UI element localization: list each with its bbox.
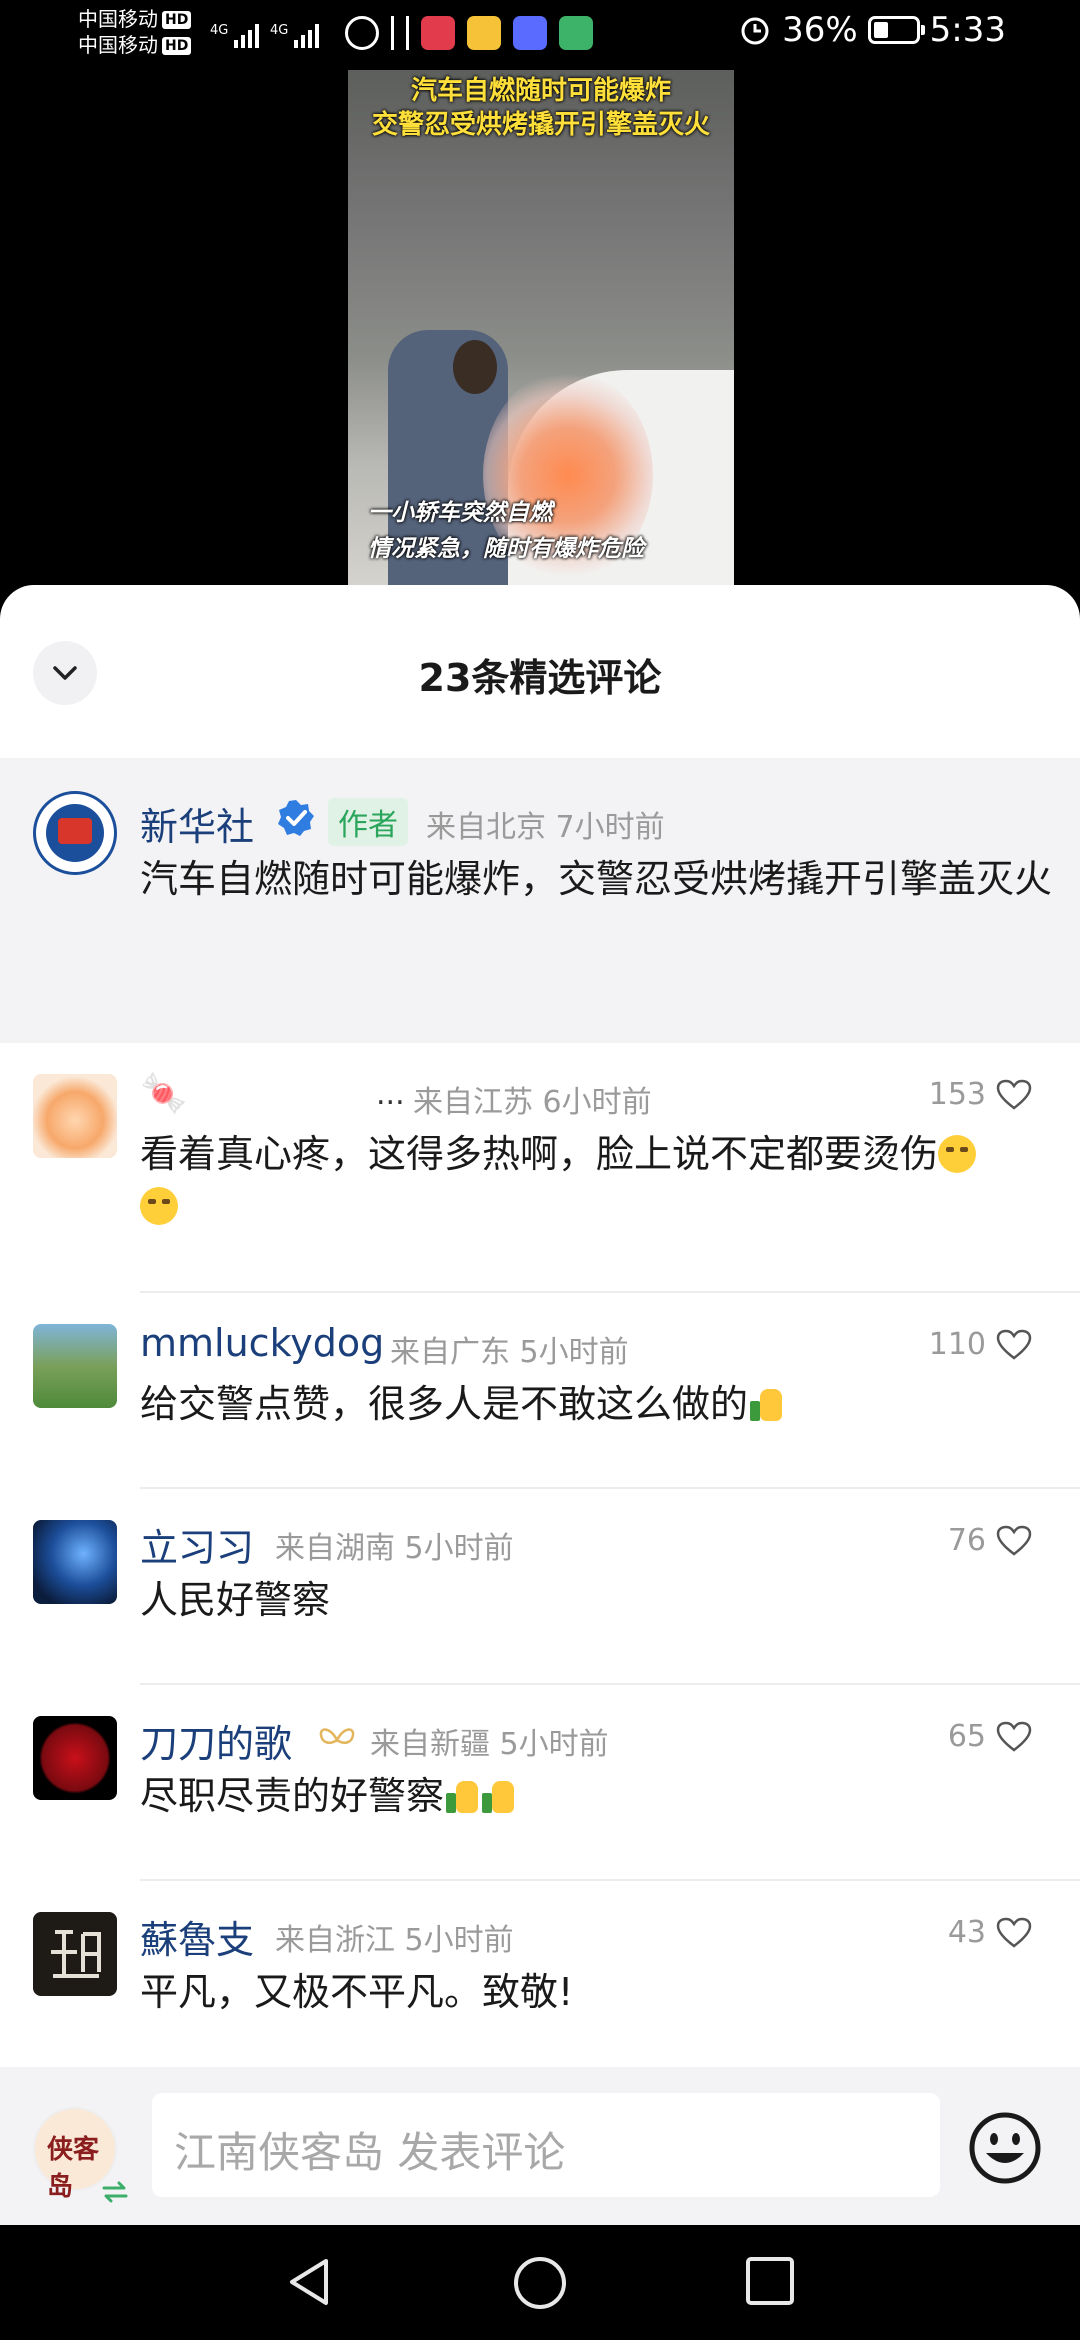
comment-item[interactable]: mmluckydog 来自广东 5小时前 110 给交警点赞，很多人是不敢这么做… (0, 1293, 1080, 1489)
comment-text: 汽车自燃随时可能爆炸，交警忍受烘烤撬开引擎盖灭火 (140, 857, 1053, 901)
system-nav-bar (0, 2225, 1080, 2340)
comment-meta: 来自湖南 5小时前 (275, 1531, 514, 1566)
avatar[interactable] (33, 1716, 117, 1800)
avatar[interactable] (33, 1074, 117, 1158)
music-app-icon (513, 16, 547, 50)
alarm-icon (741, 17, 769, 45)
carrier-info: 中国移动 HD 中国移动 HD (78, 6, 192, 58)
carrier-1: 中国移动 (78, 7, 158, 31)
like-button[interactable]: 153 (929, 1077, 1032, 1112)
avatar[interactable] (33, 1520, 117, 1604)
video-player[interactable]: 汽车自燃随时可能爆炸 交警忍受烘烤撬开引擎盖灭火 一小轿车突然自燃 情况紧急，随… (348, 70, 734, 595)
author-name[interactable]: 新华社 (140, 796, 254, 851)
like-button[interactable]: 65 (948, 1719, 1032, 1754)
comment-item[interactable]: 刀刀的歌 来自新疆 5小时前 65 尽职尽责的好警察 (0, 1685, 1080, 1881)
comment-meta: 来自浙江 5小时前 (275, 1923, 514, 1958)
comment-item[interactable]: 立习习 来自湖南 5小时前 76 人民好警察 (0, 1489, 1080, 1685)
comment-text: 尽职尽责的好警察 (140, 1770, 1045, 1822)
comment-composer: 侠客岛 江南侠客岛 发表评论 (0, 2067, 1080, 2225)
comment-text: 看着真心疼，这得多热啊，脸上说不定都要烫伤 (140, 1128, 1045, 1232)
hotspot-icon (345, 16, 379, 50)
video-subtitle: 一小轿车突然自燃 情况紧急，随时有爆炸危险 (368, 495, 644, 567)
book-app-icon (421, 16, 455, 50)
avatar[interactable] (33, 791, 117, 875)
heart-outline-icon (996, 1079, 1032, 1110)
hd-badge-2: HD (162, 37, 192, 55)
notification-icons (345, 16, 593, 50)
signal-icon-1: 4G (210, 23, 259, 48)
mail-app-icon (467, 16, 501, 50)
hd-badge-1: HD (162, 11, 192, 29)
svg-text:4G: 4G (210, 23, 228, 38)
comment-username[interactable]: 立习习 (140, 1517, 254, 1572)
like-button[interactable]: 76 (948, 1523, 1032, 1558)
comment-meta: 来自北京 7小时前 (426, 810, 665, 845)
switch-account-icon[interactable] (100, 2177, 130, 2207)
chat-app-icon (559, 16, 593, 50)
like-button[interactable]: 43 (948, 1915, 1032, 1950)
heart-outline-icon (996, 1917, 1032, 1948)
comment-meta: 来自江苏 6小时前 (413, 1085, 652, 1120)
like-count: 76 (947, 1523, 986, 1558)
avatar[interactable] (33, 1324, 117, 1408)
comment-username[interactable]: mmluckydog (140, 1321, 384, 1365)
comment-item[interactable]: 🍬 ... 来自江苏 6小时前 153 看着真心疼，这得多热啊，脸上说不定都要烫… (0, 1043, 1080, 1293)
comment-meta: 来自新疆 5小时前 (370, 1727, 609, 1762)
clock: 5:33 (929, 10, 1006, 50)
video-subtitle-line-2: 情况紧急，随时有爆炸危险 (368, 536, 644, 562)
comment-input-placeholder: 江南侠客岛 发表评论 (174, 2128, 566, 2177)
video-title-line-2: 交警忍受烘烤撬开引擎盖灭火 (371, 110, 710, 140)
author-comment[interactable]: 新华社 作者 来自北京 7小时前 汽车自燃随时可能爆炸，交警忍受烘烤撬开引擎盖灭… (0, 758, 1080, 1043)
comment-username[interactable]: 刀刀的歌 (140, 1713, 292, 1768)
nav-recents-icon[interactable] (744, 2255, 796, 2307)
comment-text: 给交警点赞，很多人是不敢这么做的 (140, 1378, 1045, 1430)
sheet-title: 23条精选评论 (418, 656, 662, 700)
nav-home-icon[interactable] (512, 2255, 568, 2311)
crying-emoji-icon (140, 1187, 178, 1225)
carrier-2: 中国移动 (78, 33, 158, 57)
status-bar: 中国移动 HD 中国移动 HD 4G 4G 36% 5:33 (0, 0, 1080, 70)
hourglass-icon (391, 16, 409, 50)
like-count: 110 (928, 1327, 986, 1362)
thumbs-up-emoji-icon (480, 1777, 516, 1815)
heart-outline-icon (996, 1525, 1032, 1556)
comment-meta: 来自广东 5小时前 (390, 1335, 629, 1370)
video-title: 汽车自燃随时可能爆炸 交警忍受烘烤撬开引擎盖灭火 (348, 74, 734, 142)
author-badge: 作者 (328, 798, 408, 846)
comment-username[interactable]: 蘇魯支 (140, 1909, 254, 1964)
crying-emoji-icon (938, 1135, 977, 1173)
smiley-icon[interactable] (968, 2111, 1042, 2185)
avatar[interactable] (33, 1912, 117, 1996)
heart-outline-icon (996, 1721, 1032, 1752)
comment-username[interactable]: 🍬 (140, 1071, 187, 1116)
nav-back-icon[interactable] (284, 2255, 334, 2309)
svg-text:4G: 4G (270, 23, 288, 38)
thumbs-up-emoji-icon (444, 1777, 480, 1815)
comment-input[interactable]: 江南侠客岛 发表评论 (152, 2093, 940, 2197)
username-ellipsis: ... (376, 1077, 405, 1112)
like-count: 153 (928, 1077, 986, 1112)
heart-outline-icon (996, 1329, 1032, 1360)
like-button[interactable]: 110 (929, 1327, 1032, 1362)
comments-sheet: 23条精选评论 新华社 作者 来自北京 7小时前 汽车自燃随时可能爆炸，交警忍受… (0, 585, 1080, 2225)
like-count: 43 (947, 1915, 986, 1950)
comment-text: 人民好警察 (140, 1578, 331, 1622)
battery-percent: 36% (782, 10, 858, 50)
signal-icon-2: 4G (270, 23, 319, 48)
status-right: 36% 5:33 (738, 10, 1006, 50)
video-head (453, 340, 497, 394)
thumbs-up-emoji-icon (748, 1385, 784, 1423)
comment-text: 平凡，又极不平凡。致敬! (140, 1970, 574, 2014)
like-count: 65 (947, 1719, 986, 1754)
video-title-line-1: 汽车自燃随时可能爆炸 (410, 76, 671, 106)
comment-item[interactable]: 蘇魯支 来自浙江 5小时前 43 平凡，又极不平凡。致敬! (0, 1881, 1080, 2077)
calligraphy-image (51, 1930, 101, 1978)
video-subtitle-line-1: 一小轿车突然自燃 (368, 500, 552, 526)
butterfly-badge-icon (319, 1728, 355, 1744)
battery-icon (867, 16, 925, 44)
verified-badge-icon (278, 800, 314, 836)
